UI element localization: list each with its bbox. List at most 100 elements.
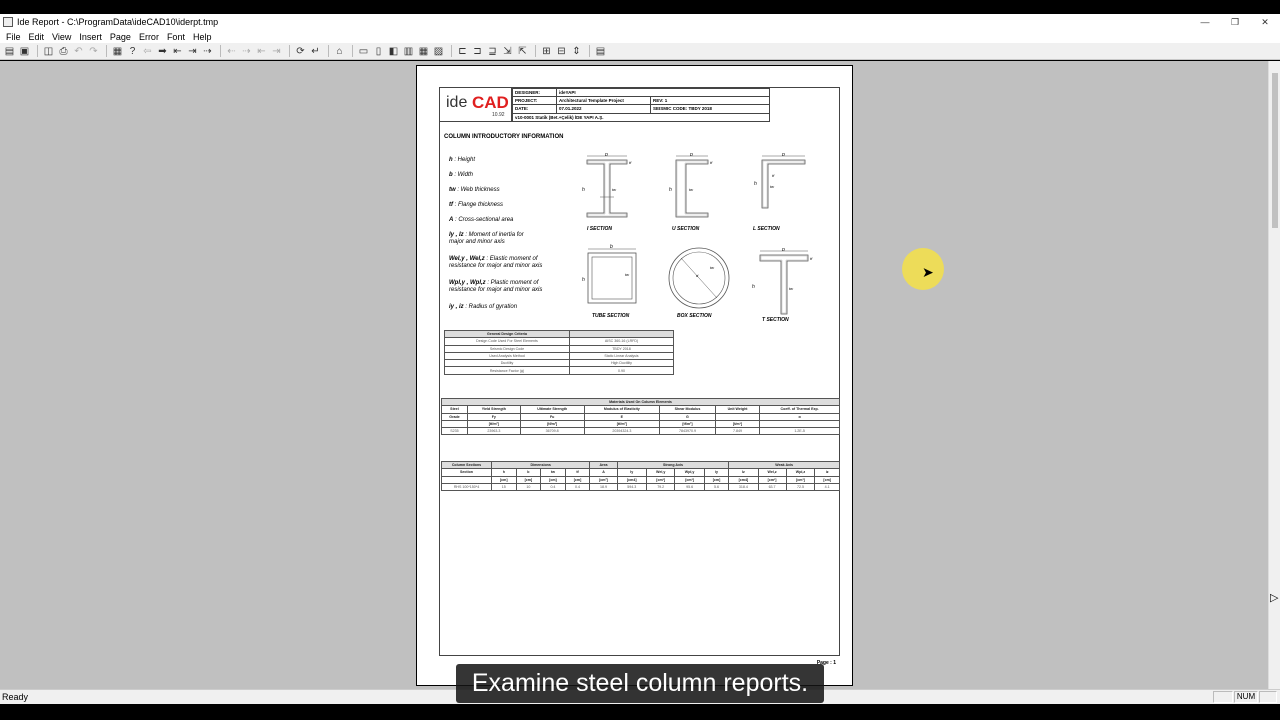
svg-text:tw: tw	[789, 286, 794, 291]
menu-help[interactable]: Help	[189, 32, 216, 42]
mouse-cursor-icon: ➤	[922, 264, 934, 280]
legend-symbol: h	[449, 157, 453, 163]
table-unit: [cm²]	[589, 475, 618, 484]
date-value: 07.01.2022	[556, 104, 651, 114]
scrollbar-thumb[interactable]	[1272, 73, 1278, 228]
page-layout2-icon[interactable]: ▯	[372, 45, 385, 58]
back-icon[interactable]: ⇦	[141, 45, 154, 58]
t-section-drawing: b h tw tf	[752, 248, 813, 315]
last-icon[interactable]: ⇥	[186, 45, 199, 58]
table-unit: [tf/m²]	[519, 419, 585, 429]
align-right-icon[interactable]: ⊒	[486, 45, 499, 58]
forward-icon[interactable]: ➡	[156, 45, 169, 58]
menu-error[interactable]: Error	[135, 32, 163, 42]
print-preview-icon[interactable]: ◫	[42, 45, 55, 58]
table-cell: Used Analysis Method	[444, 351, 570, 361]
toolbar-divider	[328, 45, 329, 57]
table-cell: 318.4	[728, 482, 759, 492]
merge-icon[interactable]: ⊟	[555, 45, 568, 58]
table-unit: [cm³]	[757, 475, 787, 484]
page-layout-icon[interactable]: ▭	[357, 45, 370, 58]
table-cell: AISC 360-16 (LRFD)	[569, 337, 674, 346]
table-header: h	[491, 468, 517, 477]
table-cell: 15	[491, 482, 517, 492]
align-center-icon[interactable]: ⊐	[471, 45, 484, 58]
report-icon[interactable]: ▤	[594, 45, 607, 58]
save-icon[interactable]: ▣	[18, 45, 31, 58]
refresh-icon[interactable]: ⟳	[294, 45, 307, 58]
table-unit: [cm]	[564, 475, 591, 484]
minimize-button[interactable]: —	[1190, 14, 1220, 30]
svg-text:b: b	[782, 248, 785, 253]
table-unit: [tf/m²]	[659, 419, 716, 429]
svg-text:tw: tw	[770, 184, 775, 189]
window-title: Ide Report - C:\ProgramData\ideCAD10\ide…	[17, 17, 219, 27]
image-icon[interactable]: ▨	[432, 45, 445, 58]
split-icon[interactable]: ⊞	[540, 45, 553, 58]
nav-left-icon[interactable]: ⇠	[225, 45, 238, 58]
svg-text:tf: tf	[772, 173, 775, 178]
table-cell: 63.7	[757, 482, 787, 492]
criteria-title-blank	[569, 329, 674, 339]
print-icon[interactable]: ⎙	[57, 45, 70, 58]
help-icon[interactable]: ?	[126, 45, 139, 58]
table-cell: 95.6	[674, 482, 705, 492]
close-button[interactable]: ✕	[1250, 14, 1280, 30]
table-header: Wpl,z	[785, 468, 816, 477]
menu-insert[interactable]: Insert	[75, 32, 106, 42]
menu-page[interactable]: Page	[106, 32, 135, 42]
table-header: b	[515, 468, 542, 477]
idecad-logo: ide CAD 10.92	[440, 88, 512, 122]
undo-icon[interactable]: ↶	[72, 45, 85, 58]
table-header	[714, 412, 761, 421]
nav-right-icon[interactable]: ⇢	[240, 45, 253, 58]
legend-height: h : Height	[449, 157, 475, 164]
height-icon[interactable]: ⇕	[570, 45, 583, 58]
redo-icon[interactable]: ↷	[87, 45, 100, 58]
designer-value: ideYAPI	[556, 87, 770, 98]
legend-symbol: Wel,y , Wel,z	[449, 256, 485, 262]
menu-edit[interactable]: Edit	[25, 32, 49, 42]
menu-view[interactable]: View	[48, 32, 75, 42]
i-section-label: I SECTION	[587, 226, 613, 232]
table-header: Yield Strength	[466, 405, 521, 414]
legend-area: A : Cross-sectional area	[449, 217, 513, 224]
table-header: Shear Modulus	[659, 405, 716, 414]
table-unit: [cm4]	[616, 475, 647, 484]
table-unit	[441, 475, 492, 484]
table-unit-row: [tf/m²] [tf/m²] [tf/m²] [tf/m²] [t/m³]	[441, 419, 840, 429]
table-unit: [cm]	[491, 475, 517, 484]
toolbar-divider	[37, 45, 38, 57]
nav-end-icon[interactable]: ⇥	[270, 45, 283, 58]
chart-icon[interactable]: ⌂	[333, 45, 346, 58]
toolbar-divider	[589, 45, 590, 57]
toolbar-divider	[535, 45, 536, 57]
table-header: Section	[441, 468, 492, 477]
legend-text: : Moment of inertia for	[465, 232, 524, 238]
menu-font[interactable]: Font	[163, 32, 189, 42]
table-header: Ultimate Strength	[519, 405, 585, 414]
outdent-icon[interactable]: ⇱	[516, 45, 529, 58]
t-section-label: T SECTION	[762, 317, 789, 323]
nav-start-icon[interactable]: ⇤	[255, 45, 268, 58]
table-unit: [cm³]	[785, 475, 816, 484]
calculator-icon[interactable]: ▦	[111, 45, 124, 58]
align-left-icon[interactable]: ⊏	[456, 45, 469, 58]
first-icon[interactable]: ⇤	[171, 45, 184, 58]
return-icon[interactable]: ↵	[309, 45, 322, 58]
box-section-drawing: d tw	[668, 247, 730, 309]
table-icon[interactable]: ▥	[402, 45, 415, 58]
table-row: Used Analysis Method Static Linear Analys…	[444, 351, 674, 361]
open-icon[interactable]: ▤	[3, 45, 16, 58]
maximize-button[interactable]: ❐	[1220, 14, 1250, 30]
legend-text-2: resistance for major and minor axis	[449, 287, 543, 293]
legend-inertia: Iy , Iz : Moment of inertia for major and…	[449, 232, 524, 246]
grid-icon[interactable]: ▦	[417, 45, 430, 58]
box-section-label: BOX SECTION	[677, 313, 712, 319]
table-header: Coeff. of Thermal Exp.	[759, 405, 840, 414]
next-error-icon[interactable]: ⇢	[201, 45, 214, 58]
status-panel	[1259, 691, 1277, 703]
menu-file[interactable]: File	[2, 32, 25, 42]
indent-icon[interactable]: ⇲	[501, 45, 514, 58]
columns-icon[interactable]: ◧	[387, 45, 400, 58]
